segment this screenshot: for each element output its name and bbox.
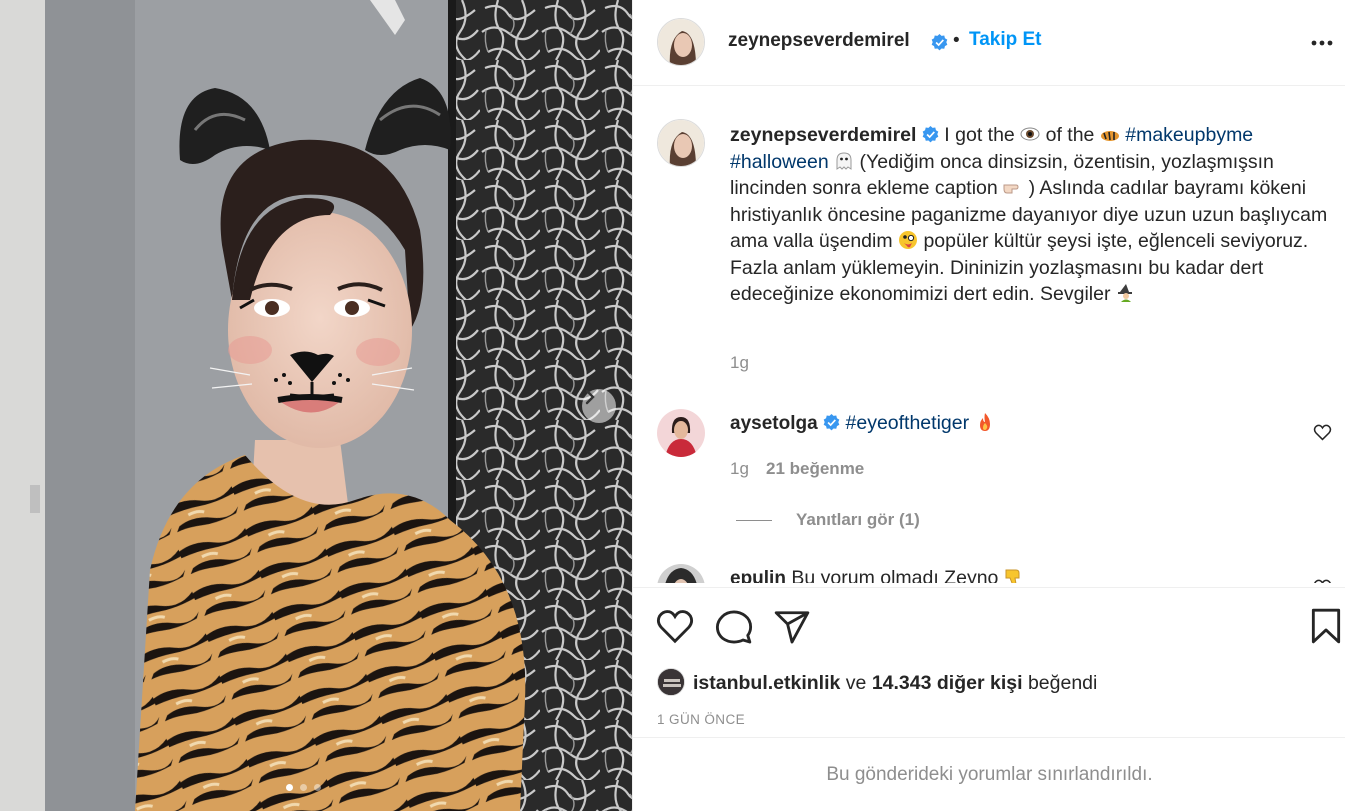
comment-text: Bu yorum olmadı Zeyno	[791, 567, 999, 583]
heart-icon[interactable]	[656, 608, 694, 646]
likes-suffix: beğendi	[1027, 672, 1098, 694]
separator: •	[953, 30, 960, 51]
carousel-dot	[300, 784, 307, 791]
verified-badge-icon	[931, 34, 948, 51]
post-caption: zeynepseverdemirel I got the of the #mak…	[730, 122, 1342, 308]
post-header: zeynepseverdemirel • Takip Et	[633, 0, 1345, 86]
next-slide-button[interactable]	[582, 389, 616, 423]
eye-emoji-icon	[1020, 127, 1040, 141]
caption-text: of the	[1045, 124, 1095, 146]
witch-emoji-icon	[1117, 284, 1132, 302]
verified-badge-icon	[823, 414, 840, 431]
ghost-emoji-icon	[836, 151, 852, 170]
commenter-avatar[interactable]	[657, 409, 705, 457]
more-horizontal-icon[interactable]	[1310, 33, 1334, 53]
caption-username[interactable]: zeynepseverdemirel	[730, 124, 916, 146]
liker-username[interactable]: istanbul.etkinlik	[693, 672, 840, 694]
carousel-dot	[314, 784, 321, 791]
comment-icon[interactable]	[715, 608, 753, 646]
heart-icon[interactable]	[1313, 424, 1332, 441]
comment-age: 1g	[730, 459, 749, 478]
caption-avatar[interactable]	[657, 119, 705, 167]
caption-text: I got the	[944, 124, 1015, 146]
comment: epulin Bu yorum olmadı Zeyno	[730, 567, 1024, 583]
profile-photo	[657, 409, 705, 457]
likes-connector: ve	[845, 672, 867, 694]
comment-likes-label: 21 beğenme	[766, 459, 865, 478]
likes-summary: istanbul.etkinlik ve 14.343 diğer kişi b…	[693, 672, 1097, 695]
comments-restricted-notice: Bu gönderideki yorumlar sınırlandırıldı.	[633, 737, 1345, 811]
view-replies-label: Yanıtları gör (1)	[796, 510, 920, 529]
pointing-hand-emoji-icon	[1003, 184, 1019, 194]
hashtag-link[interactable]: #makeupbyme	[1125, 124, 1253, 146]
carousel-dot-active	[286, 784, 293, 791]
commenter-avatar[interactable]	[657, 564, 705, 583]
liker-avatar[interactable]	[657, 668, 685, 696]
carousel-indicator	[286, 784, 321, 791]
share-icon[interactable]	[773, 608, 811, 646]
caption-age: 1g	[730, 353, 749, 372]
profile-photo	[658, 669, 684, 695]
zany-face-emoji-icon	[899, 231, 918, 249]
post-actions: istanbul.etkinlik ve 14.343 diğer kişi b…	[633, 587, 1345, 737]
profile-photo	[658, 120, 704, 166]
follow-button[interactable]: Takip Et	[969, 29, 1042, 51]
chevron-right-icon	[585, 389, 595, 405]
post-author-username[interactable]: zeynepseverdemirel	[728, 30, 910, 52]
hashtag-link[interactable]: #eyeofthetiger	[846, 412, 970, 434]
heart-icon[interactable]	[1313, 579, 1332, 583]
avatar[interactable]	[657, 18, 705, 66]
tiger-emoji-icon	[1100, 131, 1119, 141]
post-timestamp[interactable]: 1 GÜN ÖNCE	[657, 712, 745, 727]
comment-likes-button[interactable]: 21 beğenme	[766, 459, 864, 479]
bookmark-icon[interactable]	[1307, 607, 1345, 645]
comment-username[interactable]: aysetolga	[730, 413, 818, 434]
post-photo[interactable]	[0, 0, 632, 811]
profile-photo	[657, 564, 705, 583]
comments-list[interactable]: zeynepseverdemirel I got the of the #mak…	[633, 87, 1345, 583]
post-image	[0, 0, 632, 811]
instagram-post: zeynepseverdemirel • Takip Et zeynepseve…	[0, 0, 1345, 811]
view-replies-button[interactable]: Yanıtları gör (1)	[736, 510, 920, 530]
thumbs-down-emoji-icon	[1005, 569, 1020, 583]
verified-badge-icon	[922, 126, 939, 143]
profile-photo	[658, 19, 704, 65]
fire-emoji-icon	[979, 413, 990, 431]
comment: aysetolga #eyeofthetiger	[730, 412, 995, 435]
post-sidebar: zeynepseverdemirel • Takip Et zeynepseve…	[632, 0, 1345, 811]
likes-count-button[interactable]: 14.343 diğer kişi	[872, 672, 1023, 694]
hashtag-link[interactable]: #halloween	[730, 151, 829, 173]
comment-username[interactable]: epulin	[730, 568, 786, 583]
replies-divider	[736, 519, 772, 521]
